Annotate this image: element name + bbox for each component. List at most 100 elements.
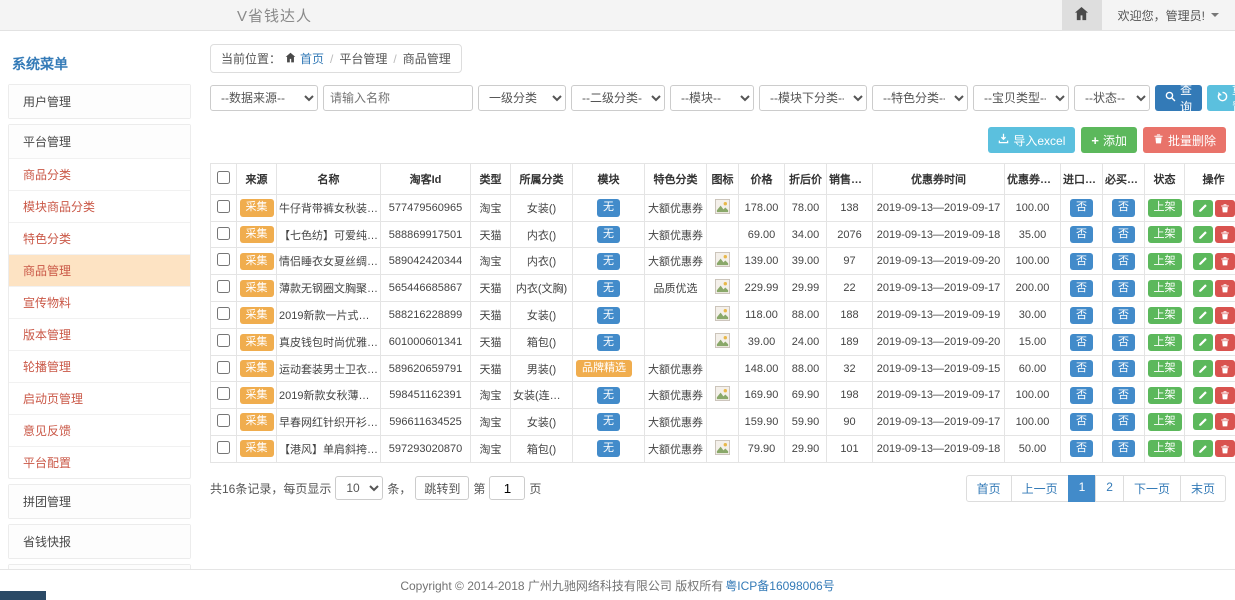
status-badge[interactable]: 上架 xyxy=(1148,334,1182,351)
delete-button[interactable] xyxy=(1215,334,1235,351)
row-checkbox[interactable] xyxy=(217,414,230,427)
import-select-badge[interactable]: 否 xyxy=(1070,360,1093,377)
sidebar-subitem-promo-materials[interactable]: 宣传物料 xyxy=(9,286,190,318)
status-badge[interactable]: 上架 xyxy=(1148,360,1182,377)
edit-button[interactable] xyxy=(1193,307,1213,324)
import-select-badge[interactable]: 否 xyxy=(1070,307,1093,324)
import-select-badge[interactable]: 否 xyxy=(1070,440,1093,457)
sidebar-item-user-management[interactable]: 用户管理 xyxy=(9,85,190,118)
edit-button[interactable] xyxy=(1193,253,1213,270)
edit-button[interactable] xyxy=(1193,200,1213,217)
data-source-select[interactable]: --数据来源-- xyxy=(210,85,318,111)
import-select-badge[interactable]: 否 xyxy=(1070,253,1093,270)
delete-button[interactable] xyxy=(1215,440,1235,457)
row-checkbox[interactable] xyxy=(217,200,230,213)
delete-button[interactable] xyxy=(1215,413,1235,430)
row-checkbox[interactable] xyxy=(217,387,230,400)
sidebar-item-platform-management[interactable]: 平台管理 xyxy=(9,125,190,158)
sidebar-subitem-product-management[interactable]: 商品管理 xyxy=(9,254,190,286)
select-all-checkbox[interactable] xyxy=(217,171,230,184)
status-badge[interactable]: 上架 xyxy=(1148,253,1182,270)
must-buy-badge[interactable]: 否 xyxy=(1112,413,1135,430)
status-select[interactable]: --状态-- xyxy=(1074,85,1150,111)
level1-category-select[interactable]: 一级分类 xyxy=(478,85,566,111)
edit-button[interactable] xyxy=(1193,334,1213,351)
page-input[interactable] xyxy=(489,476,525,500)
icp-link[interactable]: 粤ICP备16098006号 xyxy=(725,577,834,594)
must-buy-badge[interactable]: 否 xyxy=(1112,440,1135,457)
page-button-last-page[interactable]: 末页 xyxy=(1180,475,1226,502)
row-checkbox[interactable] xyxy=(217,334,230,347)
must-buy-badge[interactable]: 否 xyxy=(1112,307,1135,324)
import-select-badge[interactable]: 否 xyxy=(1070,334,1093,351)
delete-button[interactable] xyxy=(1215,280,1235,297)
item-type-select[interactable]: --宝贝类型-- xyxy=(973,85,1069,111)
edit-button[interactable] xyxy=(1193,280,1213,297)
edit-button[interactable] xyxy=(1193,226,1213,243)
must-buy-badge[interactable]: 否 xyxy=(1112,280,1135,297)
must-buy-badge[interactable]: 否 xyxy=(1112,226,1135,243)
status-badge[interactable]: 上架 xyxy=(1148,226,1182,243)
delete-button[interactable] xyxy=(1215,200,1235,217)
delete-button[interactable] xyxy=(1215,307,1235,324)
home-button[interactable] xyxy=(1062,0,1102,30)
delete-button[interactable] xyxy=(1215,360,1235,377)
must-buy-badge[interactable]: 否 xyxy=(1112,387,1135,404)
status-badge[interactable]: 上架 xyxy=(1148,413,1182,430)
row-checkbox[interactable] xyxy=(217,253,230,266)
module-select[interactable]: --模块-- xyxy=(670,85,754,111)
page-button-prev-page[interactable]: 上一页 xyxy=(1011,475,1069,502)
per-page-select[interactable]: 10 xyxy=(335,476,383,500)
sidebar-subitem-version-management[interactable]: 版本管理 xyxy=(9,318,190,350)
page-button-page-2[interactable]: 2 xyxy=(1095,475,1124,502)
edit-button[interactable] xyxy=(1193,387,1213,404)
import-select-badge[interactable]: 否 xyxy=(1070,226,1093,243)
status-badge[interactable]: 上架 xyxy=(1148,280,1182,297)
must-buy-badge[interactable]: 否 xyxy=(1112,334,1135,351)
page-button-page-1[interactable]: 1 xyxy=(1068,475,1097,502)
row-checkbox[interactable] xyxy=(217,307,230,320)
name-input[interactable] xyxy=(323,85,473,111)
batch-delete-button[interactable]: 批量删除 xyxy=(1143,127,1226,153)
must-buy-badge[interactable]: 否 xyxy=(1112,360,1135,377)
sidebar-subitem-splash-management[interactable]: 启动页管理 xyxy=(9,382,190,414)
import-select-badge[interactable]: 否 xyxy=(1070,387,1093,404)
row-checkbox[interactable] xyxy=(217,441,230,454)
sidebar-subitem-product-category[interactable]: 商品分类 xyxy=(9,158,190,190)
row-checkbox[interactable] xyxy=(217,280,230,293)
jump-button[interactable]: 跳转到 xyxy=(415,476,469,500)
status-badge[interactable]: 上架 xyxy=(1148,387,1182,404)
level2-category-select[interactable]: --二级分类-- xyxy=(571,85,665,111)
row-checkbox[interactable] xyxy=(217,361,230,374)
delete-button[interactable] xyxy=(1215,226,1235,243)
sidebar-subitem-platform-config[interactable]: 平台配置 xyxy=(9,446,190,478)
user-menu[interactable]: 欢迎您，管理员! xyxy=(1102,0,1235,30)
delete-button[interactable] xyxy=(1215,387,1235,404)
reset-button[interactable]: 重置 xyxy=(1207,85,1235,111)
module-sub-select[interactable]: --模块下分类-- xyxy=(759,85,867,111)
sidebar-item-group-buy-management[interactable]: 拼团管理 xyxy=(9,485,190,518)
breadcrumb-home-link[interactable]: 首页 xyxy=(300,50,324,67)
status-badge[interactable]: 上架 xyxy=(1148,199,1182,216)
sidebar-subitem-feature-category[interactable]: 特色分类 xyxy=(9,222,190,254)
sidebar-item-saving-news[interactable]: 省钱快报 xyxy=(9,525,190,558)
status-badge[interactable]: 上架 xyxy=(1148,307,1182,324)
row-checkbox[interactable] xyxy=(217,227,230,240)
sidebar-subitem-module-product-category[interactable]: 模块商品分类 xyxy=(9,190,190,222)
page-button-first-page[interactable]: 首页 xyxy=(966,475,1012,502)
sidebar-subitem-carousel-management[interactable]: 轮播管理 xyxy=(9,350,190,382)
page-button-next-page[interactable]: 下一页 xyxy=(1123,475,1181,502)
add-button[interactable]: + 添加 xyxy=(1081,127,1137,153)
search-button[interactable]: 查询 xyxy=(1155,85,1202,111)
must-buy-badge[interactable]: 否 xyxy=(1112,253,1135,270)
edit-button[interactable] xyxy=(1193,440,1213,457)
import-select-badge[interactable]: 否 xyxy=(1070,413,1093,430)
feature-category-select[interactable]: --特色分类-- xyxy=(872,85,968,111)
delete-button[interactable] xyxy=(1215,253,1235,270)
import-excel-button[interactable]: 导入excel xyxy=(988,127,1075,153)
import-select-badge[interactable]: 否 xyxy=(1070,199,1093,216)
import-select-badge[interactable]: 否 xyxy=(1070,280,1093,297)
sidebar-subitem-feedback[interactable]: 意见反馈 xyxy=(9,414,190,446)
edit-button[interactable] xyxy=(1193,360,1213,377)
edit-button[interactable] xyxy=(1193,413,1213,430)
